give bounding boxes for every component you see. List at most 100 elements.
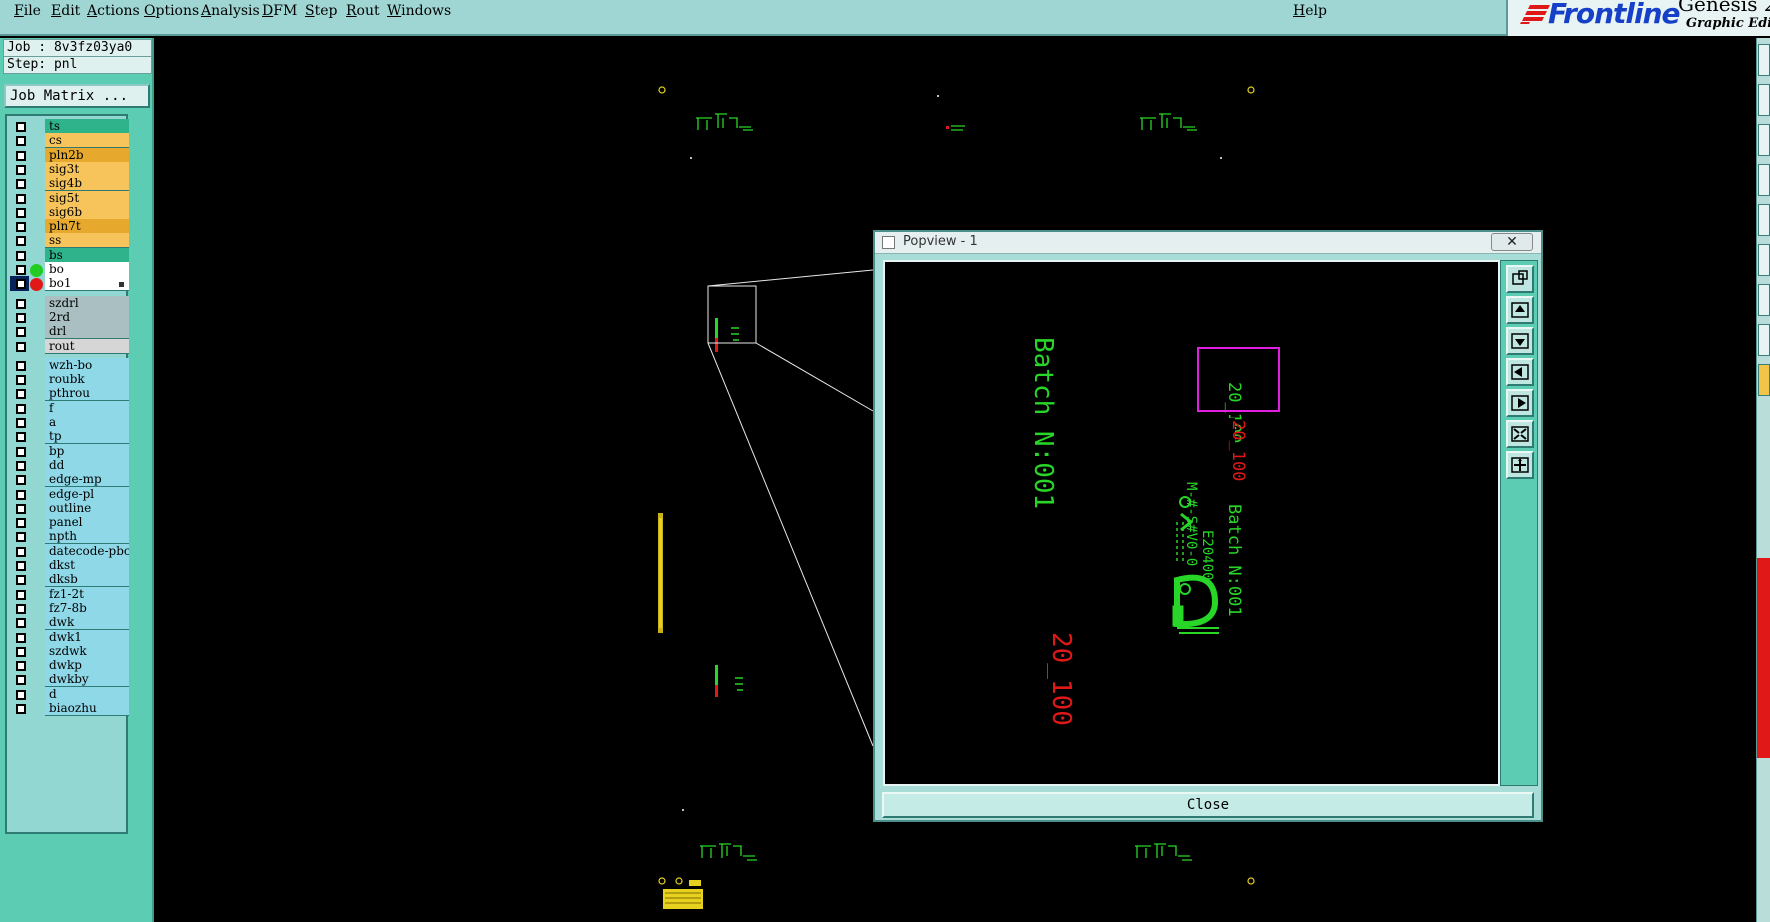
layer-row[interactable]: sig4b (10, 176, 130, 192)
zoom-fit-icon[interactable] (1506, 420, 1534, 448)
layer-checkbox[interactable] (16, 632, 26, 643)
layer-name[interactable]: edge-pl (45, 486, 129, 502)
layer-name[interactable]: rout (45, 338, 129, 354)
layer-row[interactable]: pln2b (10, 147, 130, 163)
layer-row[interactable]: outline (10, 500, 130, 516)
menu-actions[interactable]: Actions (87, 2, 140, 20)
layer-name[interactable]: cs (45, 133, 129, 149)
layer-row[interactable]: cs (10, 133, 130, 149)
layer-name[interactable]: sig6b (45, 204, 129, 220)
layer-checkbox[interactable] (16, 432, 26, 443)
layer-name[interactable]: panel (45, 515, 129, 531)
menu-rout[interactable]: Rout (346, 2, 380, 20)
layer-row[interactable]: pthrou (10, 386, 130, 402)
layer-name[interactable]: sig4b (45, 176, 129, 192)
menu-file[interactable]: File (14, 2, 41, 20)
right-tool-button[interactable] (1758, 204, 1770, 236)
job-matrix-button[interactable]: Job Matrix ... (4, 84, 150, 108)
layer-checkbox[interactable] (16, 561, 26, 571)
right-tool-button[interactable] (1758, 244, 1770, 276)
pan-down-icon[interactable] (1506, 327, 1534, 355)
layer-checkbox[interactable] (16, 298, 26, 309)
layer-row[interactable]: dkst (10, 558, 130, 573)
layer-name[interactable]: dkst (45, 558, 129, 573)
right-tool-button[interactable] (1758, 44, 1770, 76)
layer-name[interactable]: dwk (45, 615, 129, 631)
layer-row[interactable]: ss (10, 233, 130, 249)
layer-name[interactable]: szdrl (45, 295, 129, 311)
layer-checkbox[interactable] (16, 179, 26, 190)
layer-name[interactable]: roubk (45, 372, 129, 388)
layer-row[interactable]: tp (10, 429, 130, 445)
window-close-button[interactable]: ✕ (1491, 233, 1533, 251)
layer-row[interactable]: sig3t (10, 161, 130, 177)
layer-row[interactable]: biaozhu (10, 701, 130, 716)
zoom-home-icon[interactable] (1506, 451, 1534, 479)
layer-checkbox[interactable] (16, 518, 26, 529)
layer-name[interactable]: fz7-8b (45, 600, 129, 616)
layer-checkbox[interactable] (16, 489, 26, 500)
layer-checkbox[interactable] (16, 236, 26, 247)
layer-checkbox[interactable] (16, 603, 26, 614)
menu-edit[interactable]: Edit (51, 2, 80, 20)
layer-row[interactable]: npth (10, 529, 130, 545)
close-button[interactable]: Close (882, 792, 1534, 818)
layer-checkbox[interactable] (16, 164, 26, 175)
layer-name[interactable]: dd (45, 457, 129, 473)
zoom-window-icon[interactable] (1506, 265, 1534, 293)
layer-checkbox[interactable] (16, 675, 26, 686)
pan-up-icon[interactable] (1506, 296, 1534, 324)
layer-checkbox[interactable] (16, 312, 26, 323)
layer-checkbox[interactable] (16, 546, 26, 557)
layer-name[interactable]: drl (45, 324, 129, 340)
layer-name[interactable]: pln7t (45, 219, 129, 235)
layer-checkbox[interactable] (16, 136, 26, 147)
layer-row[interactable]: bo1 (10, 276, 130, 292)
menu-dfm[interactable]: DFM (262, 2, 297, 20)
layer-row[interactable]: dwkp (10, 658, 130, 674)
layer-checkbox[interactable] (16, 279, 26, 290)
layer-checkbox[interactable] (16, 503, 26, 514)
layer-name[interactable]: edge-mp (45, 472, 129, 488)
layer-row[interactable]: rout (10, 338, 130, 354)
menu-analysis[interactable]: Analysis (201, 2, 260, 20)
layer-row[interactable]: datecode-pbc (10, 543, 130, 559)
layer-row[interactable]: szdrl (10, 295, 130, 311)
layer-checkbox[interactable] (16, 375, 26, 386)
layer-name[interactable]: pln2b (45, 147, 129, 163)
menu-options[interactable]: Options (144, 2, 199, 20)
pan-left-icon[interactable] (1506, 358, 1534, 386)
layer-checkbox[interactable] (16, 122, 26, 132)
layer-name[interactable]: szdwk (45, 643, 129, 659)
layer-checkbox[interactable] (16, 250, 26, 261)
layer-row[interactable]: wzh-bo (10, 357, 130, 373)
layer-row[interactable]: dwkby (10, 672, 130, 688)
layer-name[interactable]: datecode-pbc (45, 543, 129, 559)
menu-help[interactable]: Help (1293, 2, 1327, 20)
layer-row[interactable]: dwk (10, 615, 130, 631)
layer-row[interactable]: panel (10, 515, 130, 531)
layer-row[interactable]: fz7-8b (10, 600, 130, 616)
layer-name[interactable]: fz1-2t (45, 586, 129, 602)
layer-checkbox[interactable] (16, 446, 26, 457)
layer-checkbox[interactable] (16, 403, 26, 414)
right-tool-button[interactable] (1758, 164, 1770, 196)
pan-right-icon[interactable] (1506, 389, 1534, 417)
layer-row[interactable]: szdwk (10, 643, 130, 659)
layer-checkbox[interactable] (16, 327, 26, 338)
layer-name[interactable]: dwk1 (45, 629, 129, 645)
layer-row[interactable]: d (10, 686, 130, 702)
layer-checkbox[interactable] (16, 418, 26, 428)
layer-row[interactable]: sig5t (10, 190, 130, 206)
popview-titlebar[interactable]: Popview - 1 ✕ (875, 232, 1541, 254)
layer-row[interactable]: bp (10, 443, 130, 459)
layer-row[interactable]: edge-pl (10, 486, 130, 502)
layer-row[interactable]: bo (10, 262, 130, 277)
layer-name[interactable]: sig3t (45, 161, 129, 177)
layer-checkbox[interactable] (16, 532, 26, 543)
layer-checkbox[interactable] (16, 704, 26, 714)
layer-checkbox[interactable] (16, 150, 26, 161)
layer-row[interactable]: drl (10, 324, 130, 340)
layer-name[interactable]: bo1 (45, 276, 129, 292)
right-tool-button[interactable] (1758, 364, 1770, 396)
